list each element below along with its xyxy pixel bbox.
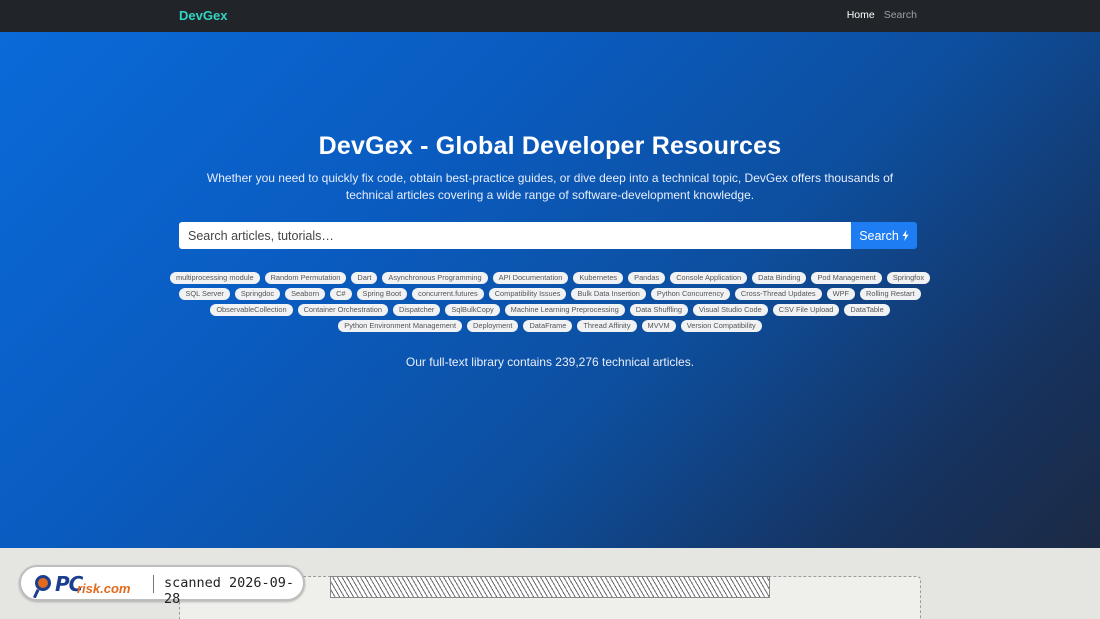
- tag-chip[interactable]: multiprocessing module: [169, 272, 260, 284]
- nav-home-link[interactable]: Home: [847, 9, 875, 21]
- tag-chip[interactable]: Dispatcher: [393, 304, 441, 316]
- watermark-brand-suffix: risk.com: [77, 581, 131, 596]
- tag-chip[interactable]: API Documentation: [492, 272, 569, 284]
- tag-chip[interactable]: Container Orchestration: [297, 304, 389, 316]
- tag-chip[interactable]: MVVM: [641, 320, 676, 332]
- tag-chip[interactable]: Deployment: [467, 320, 519, 332]
- search-button-label: Search: [859, 228, 899, 243]
- watermark-scanned-text: scanned 2026-09-28: [164, 575, 295, 607]
- brand-logo-link[interactable]: DevGex: [179, 8, 227, 23]
- tag-chip[interactable]: WPF: [826, 288, 856, 300]
- hero-section: DevGex - Global Developer Resources Whet…: [0, 32, 1100, 548]
- tag-chip[interactable]: DataTable: [844, 304, 890, 316]
- tag-chip[interactable]: Rolling Restart: [860, 288, 921, 300]
- library-stats: Our full-text library contains 239,276 t…: [405, 355, 695, 369]
- tag-chip[interactable]: SQL Server: [179, 288, 230, 300]
- tag-chip[interactable]: Spring Boot: [356, 288, 408, 300]
- tag-chip[interactable]: Random Permutation: [264, 272, 347, 284]
- tag-chip[interactable]: DataFrame: [523, 320, 573, 332]
- tag-chip[interactable]: Version Compatibility: [680, 320, 762, 332]
- tag-chip[interactable]: Cross-Thread Updates: [734, 288, 822, 300]
- tag-cloud: multiprocessing module Random Permutation…: [160, 272, 940, 332]
- search-form: Search: [179, 222, 917, 249]
- search-button[interactable]: Search: [851, 222, 917, 249]
- tag-chip[interactable]: Pandas: [628, 272, 666, 284]
- tag-chip[interactable]: concurrent.futures: [412, 288, 484, 300]
- tag-chip[interactable]: Thread Affinity: [577, 320, 637, 332]
- top-navbar: DevGex Home Search: [0, 0, 1100, 32]
- search-input[interactable]: [179, 222, 851, 249]
- tag-chip[interactable]: Kubernetes: [573, 272, 624, 284]
- hero-subtitle: Whether you need to quickly fix code, ob…: [206, 171, 894, 202]
- tag-chip[interactable]: Python Environment Management: [338, 320, 463, 332]
- hero-title: DevGex - Global Developer Resources: [318, 132, 782, 160]
- tag-chip[interactable]: SqlBulkCopy: [445, 304, 500, 316]
- tag-chip[interactable]: Dart: [351, 272, 378, 284]
- tag-chip[interactable]: Seaborn: [285, 288, 326, 300]
- tag-chip[interactable]: Machine Learning Preprocessing: [504, 304, 625, 316]
- tag-chip[interactable]: Pod Management: [811, 272, 882, 284]
- lightning-bolt-icon: [902, 230, 909, 241]
- tag-chip[interactable]: ObservableCollection: [210, 304, 293, 316]
- ad-banner-image[interactable]: [330, 576, 770, 598]
- tag-chip[interactable]: Asynchronous Programming: [382, 272, 488, 284]
- tag-chip[interactable]: Bulk Data Insertion: [571, 288, 646, 300]
- tag-chip[interactable]: Data Shuffling: [629, 304, 689, 316]
- nav-links: Home Search: [847, 9, 917, 21]
- tag-chip[interactable]: Console Application: [670, 272, 748, 284]
- tag-chip[interactable]: Springdoc: [234, 288, 281, 300]
- pcrisk-watermark-badge: PC risk.com scanned 2026-09-28: [19, 565, 305, 607]
- nav-search-link[interactable]: Search: [884, 9, 917, 21]
- tag-chip[interactable]: Python Concurrency: [650, 288, 730, 300]
- tag-chip[interactable]: Data Binding: [752, 272, 807, 284]
- tag-chip[interactable]: C#: [330, 288, 352, 300]
- magnifier-logo-icon: [32, 575, 51, 598]
- tag-chip[interactable]: Visual Studio Code: [693, 304, 768, 316]
- watermark-separator: [153, 575, 154, 593]
- tag-chip[interactable]: Springfox: [886, 272, 931, 284]
- tag-chip[interactable]: CSV File Upload: [772, 304, 840, 316]
- tag-chip[interactable]: Compatibility Issues: [488, 288, 567, 300]
